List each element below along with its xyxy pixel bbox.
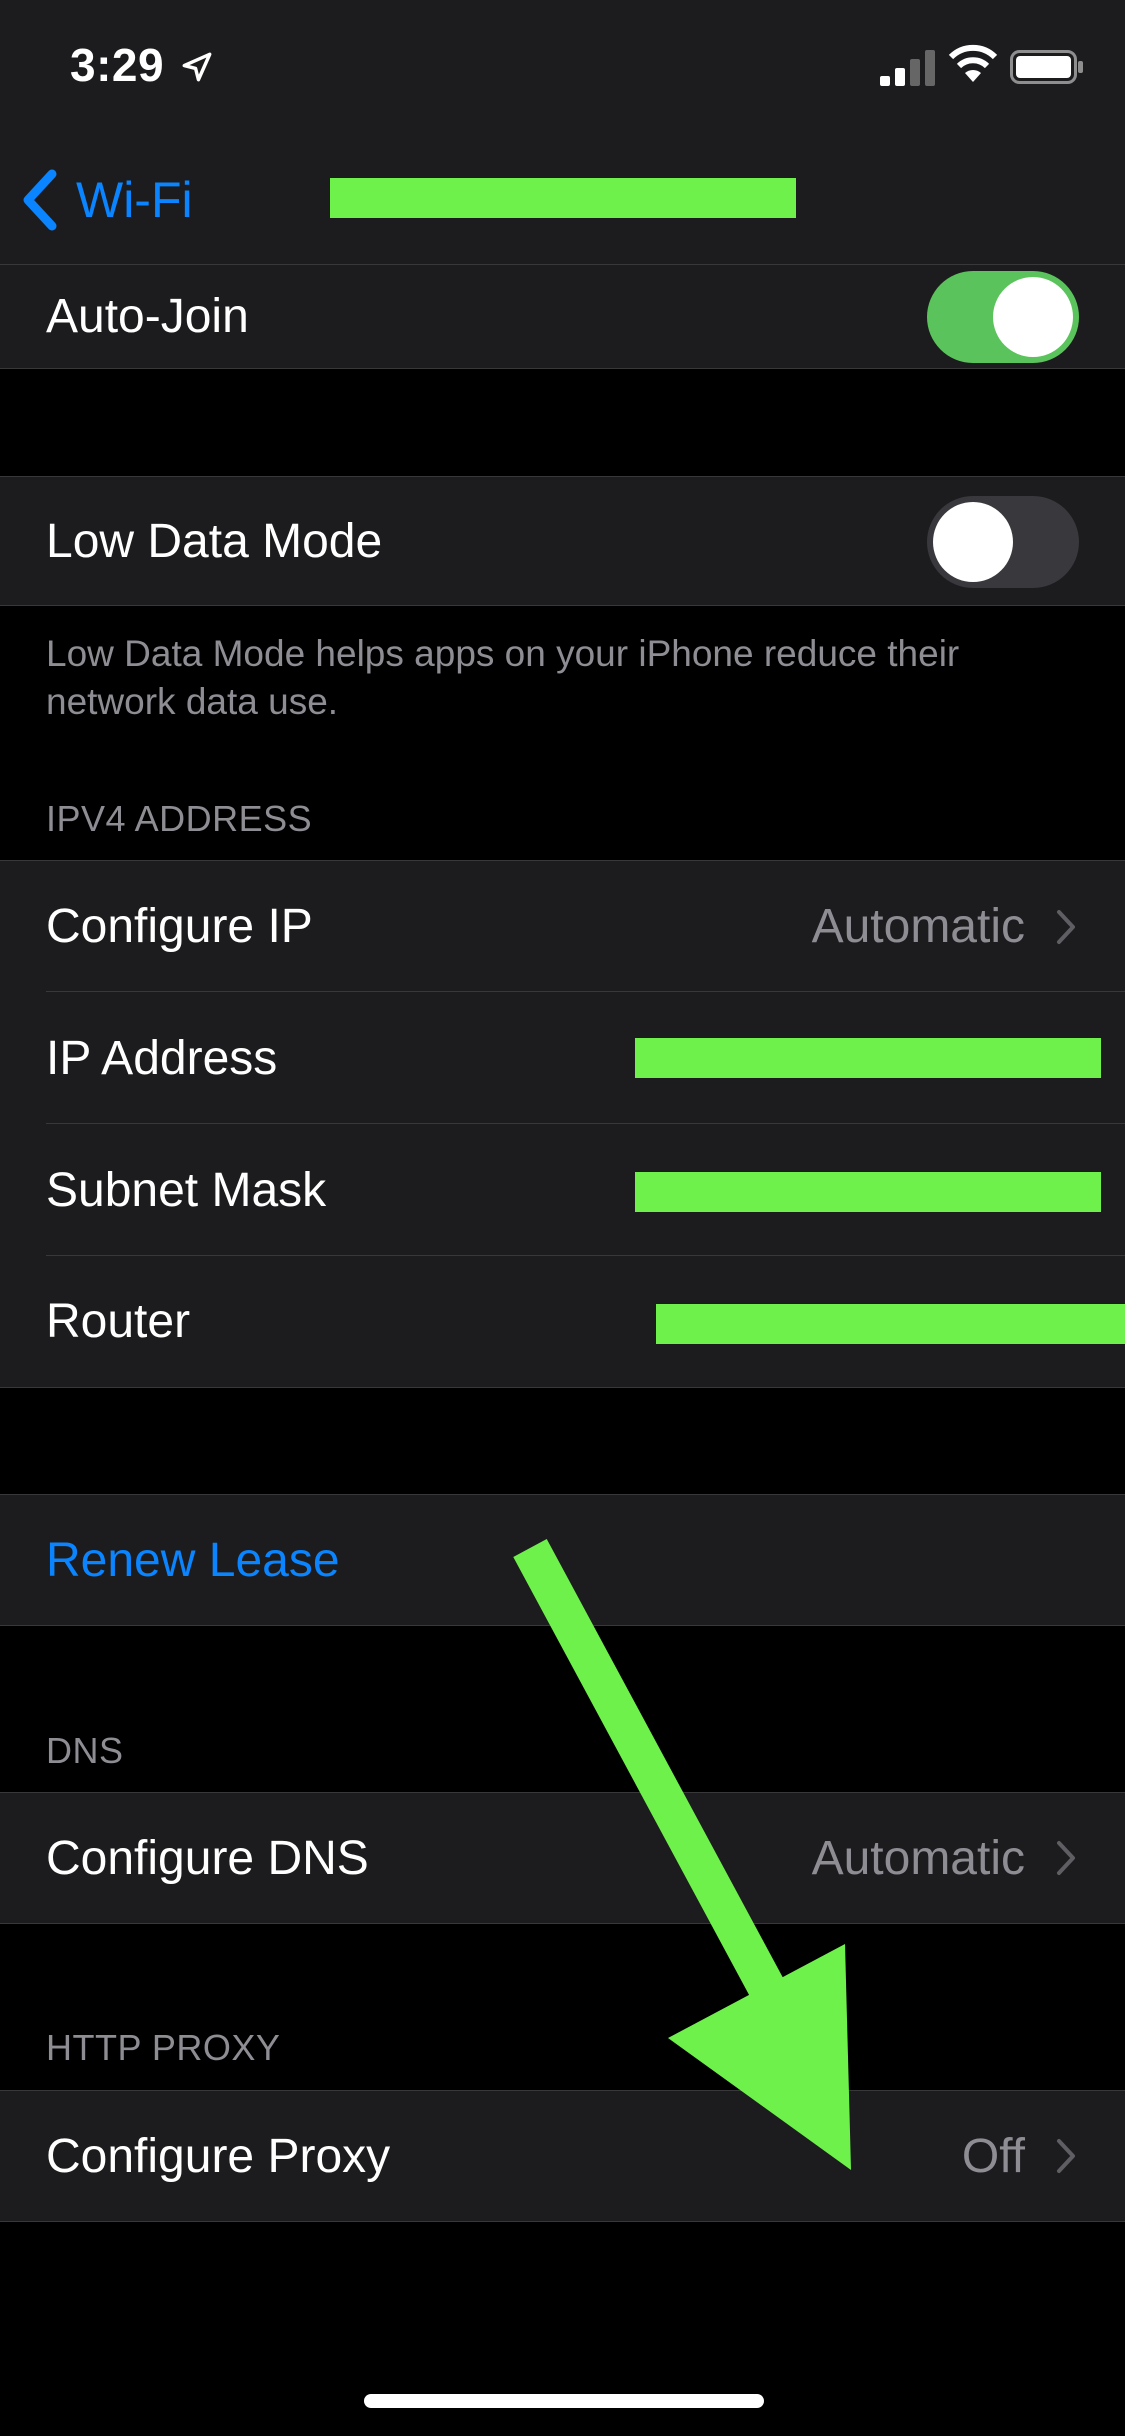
back-button[interactable]: Wi-Fi [20, 160, 193, 240]
redaction-bar-title [330, 178, 796, 218]
low-data-mode-toggle[interactable] [927, 496, 1079, 588]
ipv4-section-header: IPV4 ADDRESS [46, 798, 313, 839]
router-label: Router [46, 1295, 191, 1348]
configure-proxy-label: Configure Proxy [46, 2129, 391, 2183]
renew-lease-row[interactable]: Renew Lease [0, 1494, 1125, 1626]
auto-join-toggle[interactable] [927, 271, 1079, 363]
ip-address-label: IP Address [46, 1031, 278, 1085]
configure-ip-value: Automatic [811, 900, 1025, 953]
chevron-right-icon [1057, 1841, 1075, 1875]
chevron-left-icon [23, 169, 57, 231]
configure-ip-row[interactable]: Configure IP Automatic [0, 860, 1125, 992]
redaction-bar-subnet-mask [635, 1172, 1101, 1212]
wifi-icon [948, 44, 998, 82]
home-indicator[interactable] [364, 2394, 764, 2408]
low-data-mode-label: Low Data Mode [46, 514, 383, 568]
configure-dns-row[interactable]: Configure DNS Automatic [0, 1792, 1125, 1924]
redaction-bar-router [656, 1304, 1125, 1344]
chevron-right-icon [1057, 909, 1075, 944]
back-label: Wi-Fi [76, 172, 193, 228]
subnet-mask-label: Subnet Mask [46, 1163, 327, 1217]
dns-section-header: DNS [46, 1730, 124, 1771]
auto-join-row: Auto-Join [0, 265, 1125, 369]
redaction-bar-ip-address [635, 1038, 1101, 1078]
cellular-signal-icon [880, 50, 935, 86]
configure-ip-label: Configure IP [46, 900, 313, 953]
location-arrow-icon [182, 52, 212, 82]
chevron-right-icon [1057, 2139, 1075, 2173]
low-data-mode-row: Low Data Mode [0, 476, 1125, 606]
status-time: 3:29 [70, 39, 165, 91]
battery-icon [1010, 50, 1083, 84]
configure-dns-value: Automatic [811, 1831, 1025, 1885]
configure-proxy-row[interactable]: Configure Proxy Off [0, 2090, 1125, 2222]
http-proxy-section-header: HTTP PROXY [46, 2027, 281, 2068]
status-bar: 3:29 [0, 0, 1125, 132]
low-data-mode-description: Low Data Mode helps apps on your iPhone … [46, 633, 960, 722]
configure-proxy-value: Off [961, 2129, 1025, 2183]
auto-join-label: Auto-Join [46, 290, 249, 343]
configure-dns-label: Configure DNS [46, 1831, 369, 1885]
renew-lease-button[interactable]: Renew Lease [46, 1533, 340, 1588]
